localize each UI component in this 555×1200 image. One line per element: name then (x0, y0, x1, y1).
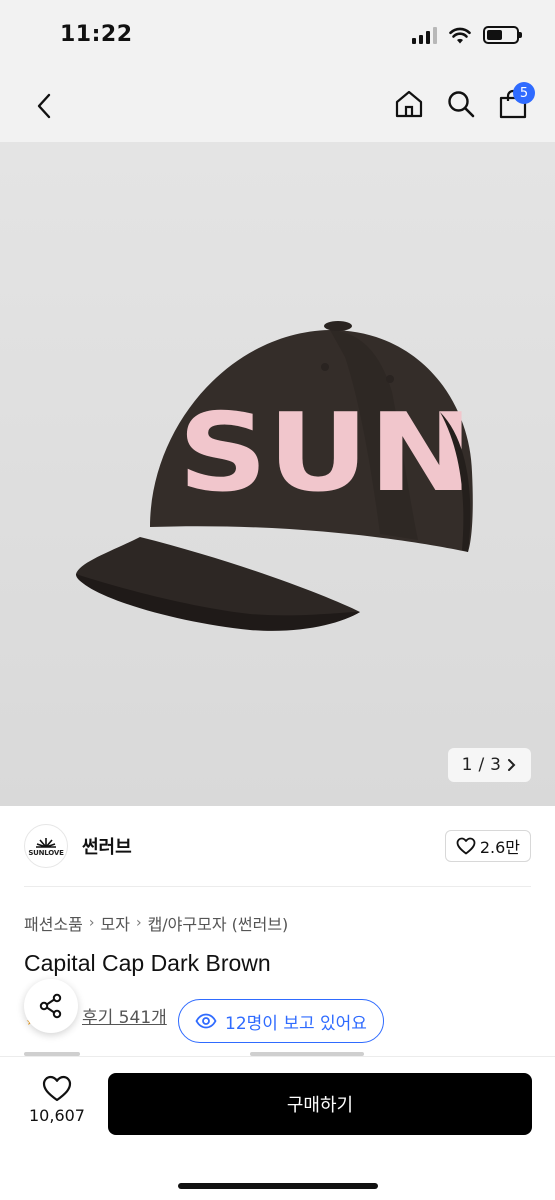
home-button[interactable] (393, 86, 425, 122)
brand-like-count: 2.6만 (479, 838, 520, 857)
section-divider (24, 886, 531, 887)
viewers-label: 12명이 보고 있어요 (225, 1013, 367, 1034)
wishlist-count: 10,607 (29, 1106, 85, 1125)
chevron-left-icon (37, 93, 51, 119)
top-navigation: 5 (0, 72, 555, 142)
breadcrumb-chevron-icon: › (88, 915, 95, 931)
search-button[interactable] (445, 86, 477, 122)
buy-button[interactable]: 구매하기 (108, 1073, 532, 1135)
brand-row: SUNLOVE 썬러브 2.6만 (24, 822, 531, 870)
page-current: 1 (461, 755, 473, 775)
heart-icon (42, 1075, 72, 1102)
share-icon (39, 993, 62, 1019)
page-separator: / (478, 755, 485, 775)
heart-icon (456, 837, 476, 855)
status-time: 11:22 (60, 22, 133, 47)
back-button[interactable] (26, 88, 62, 124)
brand-logo[interactable]: SUNLOVE (24, 824, 68, 868)
home-indicator (178, 1183, 378, 1189)
wifi-icon (449, 27, 471, 43)
breadcrumb-item-category[interactable]: 패션소품 (24, 911, 83, 935)
breadcrumb-item-leaf[interactable]: 캡/야구모자 (썬러브) (148, 911, 289, 935)
status-icons (412, 26, 522, 44)
cellular-signal-icon (412, 26, 437, 44)
brand-logo-text: SUNLOVE (28, 848, 64, 857)
home-icon (395, 90, 423, 118)
sun-logo-icon (36, 837, 56, 848)
product-title: Capital Cap Dark Brown (24, 950, 271, 976)
image-page-indicator[interactable]: 1 / 3 (447, 748, 531, 782)
status-bar: 11:22 (0, 0, 555, 72)
review-count-link[interactable]: 후기 541개 (82, 1003, 167, 1028)
breadcrumb-item-subcategory[interactable]: 모자 (101, 911, 130, 935)
product-image-carousel[interactable]: SUN 1 / 3 (0, 142, 555, 806)
bottom-purchase-bar: 10,607 구매하기 (0, 1056, 555, 1200)
product-photo: SUN (75, 321, 473, 631)
breadcrumb: 패션소품 › 모자 › 캡/야구모자 (썬러브) (24, 911, 288, 935)
chevron-right-icon (508, 759, 516, 771)
page-total: 3 (490, 755, 501, 775)
cart-button[interactable]: 5 (497, 82, 535, 122)
wishlist-button[interactable]: 10,607 (24, 1075, 90, 1125)
cart-count-badge: 5 (513, 82, 535, 104)
brand-like-button[interactable]: 2.6만 (444, 830, 531, 862)
eye-icon (195, 1013, 217, 1029)
brand-name[interactable]: 썬러브 (82, 833, 132, 859)
share-button[interactable] (24, 979, 78, 1033)
search-icon (448, 91, 475, 118)
nav-actions: 5 (393, 82, 535, 122)
breadcrumb-chevron-icon: › (135, 915, 142, 931)
battery-icon (483, 26, 522, 44)
cap-lettering: SUN (178, 391, 473, 516)
viewers-badge: 12명이 보고 있어요 (178, 999, 384, 1043)
